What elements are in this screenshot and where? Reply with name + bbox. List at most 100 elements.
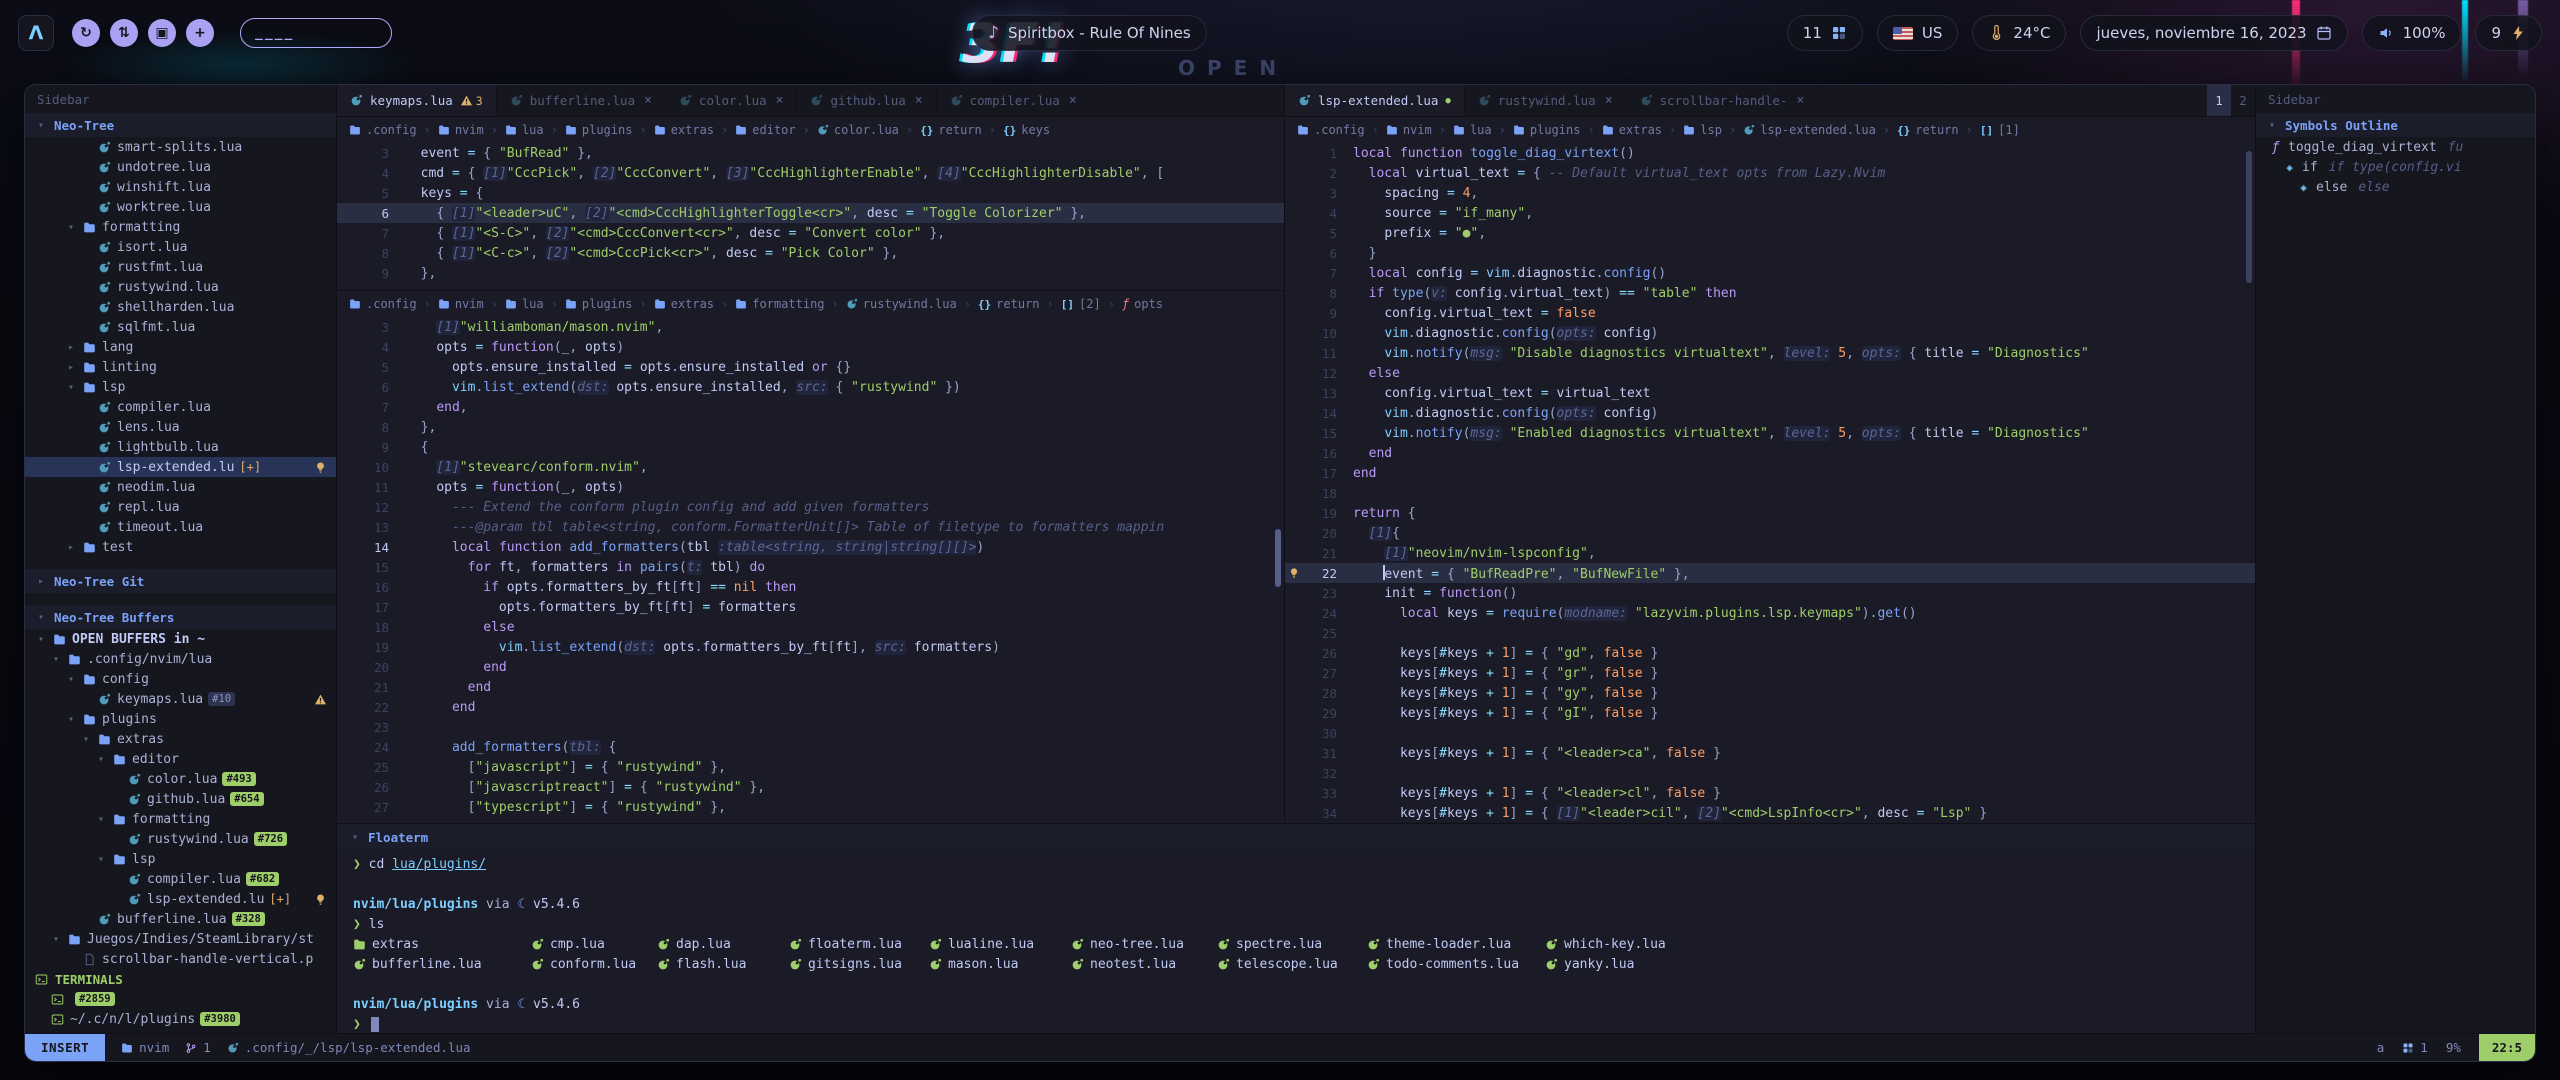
code-line[interactable]: 2 local virtual_text = { -- Default virt… bbox=[1285, 163, 2255, 183]
breadcrumb-item-rustywind-lua[interactable]: rustywind.lua bbox=[846, 297, 957, 311]
breadcrumb-item-extras[interactable]: extras bbox=[654, 297, 714, 311]
code-line[interactable]: 6 vim.list_extend(dst: opts.ensure_insta… bbox=[337, 377, 1284, 397]
code-line[interactable]: 6 } bbox=[1285, 243, 2255, 263]
breadcrumb-item-plugins[interactable]: plugins bbox=[565, 123, 633, 137]
tabpage-indicator[interactable]: 1 bbox=[2402, 1040, 2428, 1055]
breadcrumb-item-lsp-extended-lua[interactable]: lsp-extended.lua bbox=[1743, 123, 1876, 137]
tab-github-lua[interactable]: github.lua× bbox=[797, 85, 936, 116]
tree-item-neodim-lua[interactable]: neodim.lua bbox=[25, 477, 336, 497]
tree-item-config[interactable]: ▾config bbox=[25, 669, 336, 689]
outline-item-toggle-diag-virtext[interactable]: ƒtoggle_diag_virtextfu bbox=[2256, 137, 2535, 157]
breadcrumb-item-formatting[interactable]: formatting bbox=[735, 297, 824, 311]
tree-item-juegos-indies-steamlibrary-st[interactable]: ▾Juegos/Indies/SteamLibrary/st bbox=[25, 929, 336, 949]
code-line[interactable]: 5 keys = { bbox=[337, 183, 1284, 203]
breadcrumb-item-keys[interactable]: {}keys bbox=[1003, 123, 1050, 137]
code-line[interactable]: 34 keys[#keys + 1] = { [1]"<leader>cil",… bbox=[1285, 803, 2255, 823]
tree-item-lightbulb-lua[interactable]: lightbulb.lua bbox=[25, 437, 336, 457]
tree-item-lsp[interactable]: ▾lsp bbox=[25, 377, 336, 397]
tree-item-rustywind-lua[interactable]: rustywind.lua#726 bbox=[25, 829, 336, 849]
code-line[interactable]: 21 end bbox=[337, 677, 1284, 697]
code-line[interactable]: 9 }, bbox=[337, 263, 1284, 283]
editor-scrollbar[interactable] bbox=[2246, 151, 2252, 283]
tab-scrollbar-handle[interactable]: scrollbar-handle-× bbox=[1627, 85, 1819, 116]
neotree-buffers-header[interactable]: ▾ Neo-Tree Buffers bbox=[25, 605, 336, 629]
code-editor[interactable]: 3 [1]"williamboman/mason.nvim",4 opts = … bbox=[337, 317, 1284, 817]
breadcrumb-item-color-lua[interactable]: color.lua bbox=[817, 123, 899, 137]
tree-item-timeout-lua[interactable]: timeout.lua bbox=[25, 517, 336, 537]
code-line[interactable]: 15 vim.notify(msg: "Enabled diagnostics … bbox=[1285, 423, 2255, 443]
code-line[interactable]: 7 end, bbox=[337, 397, 1284, 417]
now-playing-widget[interactable]: ♪ Spiritbox - Rule Of Nines bbox=[972, 15, 1207, 51]
keyboard-layout-widget[interactable]: US bbox=[1877, 15, 1959, 51]
tree-item-smart-splits-lua[interactable]: smart-splits.lua bbox=[25, 137, 336, 157]
tree-item-linting[interactable]: ▸linting bbox=[25, 357, 336, 377]
code-line[interactable]: 19return { bbox=[1285, 503, 2255, 523]
tree-item-github-lua[interactable]: github.lua#654 bbox=[25, 789, 336, 809]
code-line[interactable]: 13 config.virtual_text = virtual_text bbox=[1285, 383, 2255, 403]
breadcrumb-item-return[interactable]: {}return bbox=[1897, 123, 1959, 137]
code-line[interactable]: 27 keys[#keys + 1] = { "gr", false } bbox=[1285, 663, 2255, 683]
code-line[interactable]: 8 { [1]"<C-c>", [2]"<cmd>CccPick<cr>", d… bbox=[337, 243, 1284, 263]
breadcrumb-item-config[interactable]: .config bbox=[349, 123, 417, 137]
tab-compiler-lua[interactable]: compiler.lua× bbox=[937, 85, 1091, 116]
terminal-buffer-2859[interactable]: #2859 bbox=[25, 989, 336, 1009]
breadcrumb-item-config[interactable]: .config bbox=[349, 297, 417, 311]
floaterm-header[interactable]: ▾ Floaterm bbox=[337, 824, 2255, 850]
tree-item-lens-lua[interactable]: lens.lua bbox=[25, 417, 336, 437]
code-line[interactable]: 9 { bbox=[337, 437, 1284, 457]
topbar-input-field[interactable]: ____ bbox=[240, 18, 392, 48]
tree-item-lsp-extended-lu[interactable]: lsp-extended.lu[+] bbox=[25, 889, 336, 909]
tree-item-rustywind-lua[interactable]: rustywind.lua bbox=[25, 277, 336, 297]
breadcrumb-item-return[interactable]: {}return bbox=[920, 123, 982, 137]
tree-item-color-lua[interactable]: color.lua#493 bbox=[25, 769, 336, 789]
close-icon[interactable]: × bbox=[1069, 93, 1077, 108]
code-line[interactable]: 17end bbox=[1285, 463, 2255, 483]
code-line[interactable]: 5 prefix = "●", bbox=[1285, 223, 2255, 243]
code-line[interactable]: 10 [1]"stevearc/conform.nvim", bbox=[337, 457, 1284, 477]
tree-item-rustfmt-lua[interactable]: rustfmt.lua bbox=[25, 257, 336, 277]
tab-keymaps-lua[interactable]: keymaps.lua3 bbox=[337, 85, 497, 116]
tree-item-test[interactable]: ▸test bbox=[25, 537, 336, 557]
breadcrumb-item-2[interactable]: [][2] bbox=[1061, 297, 1101, 311]
code-line[interactable]: 19 vim.list_extend(dst: opts.formatters_… bbox=[337, 637, 1284, 657]
date-widget[interactable]: jueves, noviembre 16, 2023 bbox=[2080, 15, 2347, 51]
code-line[interactable]: 10 vim.diagnostic.config(opts: config) bbox=[1285, 323, 2255, 343]
breadcrumb-item-extras[interactable]: extras bbox=[1602, 123, 1662, 137]
outline-item-else[interactable]: ◈elseelse bbox=[2256, 177, 2535, 197]
code-line[interactable]: 33 keys[#keys + 1] = { "<leader>cl", fal… bbox=[1285, 783, 2255, 803]
code-line[interactable]: 28 keys[#keys + 1] = { "gy", false } bbox=[1285, 683, 2255, 703]
tree-item-keymaps-lua[interactable]: keymaps.lua#10 bbox=[25, 689, 336, 709]
breadcrumb-item-config[interactable]: .config bbox=[1297, 123, 1365, 137]
close-icon[interactable]: × bbox=[644, 93, 652, 108]
tree-item-plugins[interactable]: ▾plugins bbox=[25, 709, 336, 729]
breadcrumb-item-nvim[interactable]: nvim bbox=[438, 123, 484, 137]
tab-color-lua[interactable]: color.lua× bbox=[666, 85, 798, 116]
tabpage-2[interactable]: 2 bbox=[2231, 85, 2255, 116]
code-line[interactable]: 23 init = function() bbox=[1285, 583, 2255, 603]
tabpage-1[interactable]: 1 bbox=[2207, 85, 2231, 116]
symbols-outline-header[interactable]: ▾ Symbols Outline bbox=[2256, 113, 2535, 137]
neotree-git-header[interactable]: ▸ Neo-Tree Git bbox=[25, 569, 336, 593]
tab-lsp-extended-lua[interactable]: lsp-extended.lua● bbox=[1285, 85, 1465, 116]
tree-item-open-buffers-in[interactable]: ▾OPEN BUFFERS in ~ bbox=[25, 629, 336, 649]
code-line[interactable]: 13 ---@param tbl table<string, conform.F… bbox=[337, 517, 1284, 537]
tree-item-lsp[interactable]: ▾lsp bbox=[25, 849, 336, 869]
code-line[interactable]: 21 [1]"neovim/nvim-lspconfig", bbox=[1285, 543, 2255, 563]
code-editor[interactable]: 3 event = { "BufRead" },4 cmd = { [1]"Cc… bbox=[337, 143, 1284, 283]
breadcrumb-item-editor[interactable]: editor bbox=[735, 123, 795, 137]
breadcrumb-item-extras[interactable]: extras bbox=[654, 123, 714, 137]
code-line[interactable]: 4 source = "if_many", bbox=[1285, 203, 2255, 223]
code-line[interactable]: 11 vim.notify(msg: "Disable diagnostics … bbox=[1285, 343, 2255, 363]
code-line[interactable]: 3 event = { "BufRead" }, bbox=[337, 143, 1284, 163]
code-line[interactable]: 20 [1]{ bbox=[1285, 523, 2255, 543]
breadcrumb-item-lua[interactable]: lua bbox=[505, 123, 544, 137]
tab-bufferline-lua[interactable]: bufferline.lua× bbox=[497, 85, 666, 116]
code-line[interactable]: 12 else bbox=[1285, 363, 2255, 383]
tree-item-lang[interactable]: ▸lang bbox=[25, 337, 336, 357]
code-line[interactable]: 12 --- Extend the conform plugin config … bbox=[337, 497, 1284, 517]
code-line[interactable]: 8 }, bbox=[337, 417, 1284, 437]
code-line[interactable]: 27 ["typescript"] = { "rustywind" }, bbox=[337, 797, 1284, 817]
breadcrumb-item-nvim[interactable]: nvim bbox=[438, 297, 484, 311]
code-line[interactable]: 17 opts.formatters_by_ft[ft] = formatter… bbox=[337, 597, 1284, 617]
code-line[interactable]: 16 if opts.formatters_by_ft[ft] == nil t… bbox=[337, 577, 1284, 597]
